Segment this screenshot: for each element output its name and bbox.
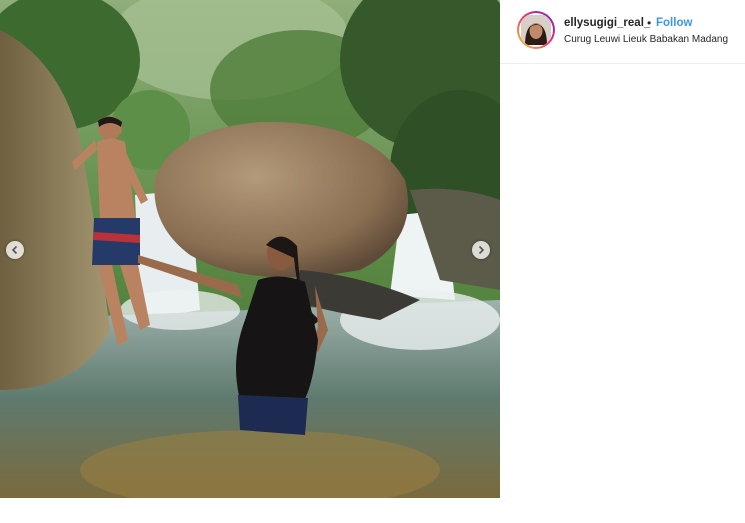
post-photo[interactable] bbox=[0, 0, 500, 498]
chevron-right-icon bbox=[478, 245, 485, 255]
bottom-margin bbox=[0, 498, 745, 523]
username-link[interactable]: ellysugigi_real_ bbox=[564, 17, 650, 29]
avatar[interactable] bbox=[517, 11, 555, 49]
follow-button[interactable]: Follow bbox=[656, 17, 692, 29]
post-header: ellysugigi_real_ • Follow Curug Leuwi Li… bbox=[500, 0, 745, 64]
separator-dot: • bbox=[647, 16, 652, 30]
chevron-left-icon bbox=[11, 245, 18, 255]
next-photo-button[interactable] bbox=[472, 241, 490, 259]
profile-photo bbox=[521, 15, 551, 45]
location-link[interactable]: Curug Leuwi Lieuk Babakan Madang bbox=[564, 34, 728, 45]
previous-photo-button[interactable] bbox=[6, 241, 24, 259]
